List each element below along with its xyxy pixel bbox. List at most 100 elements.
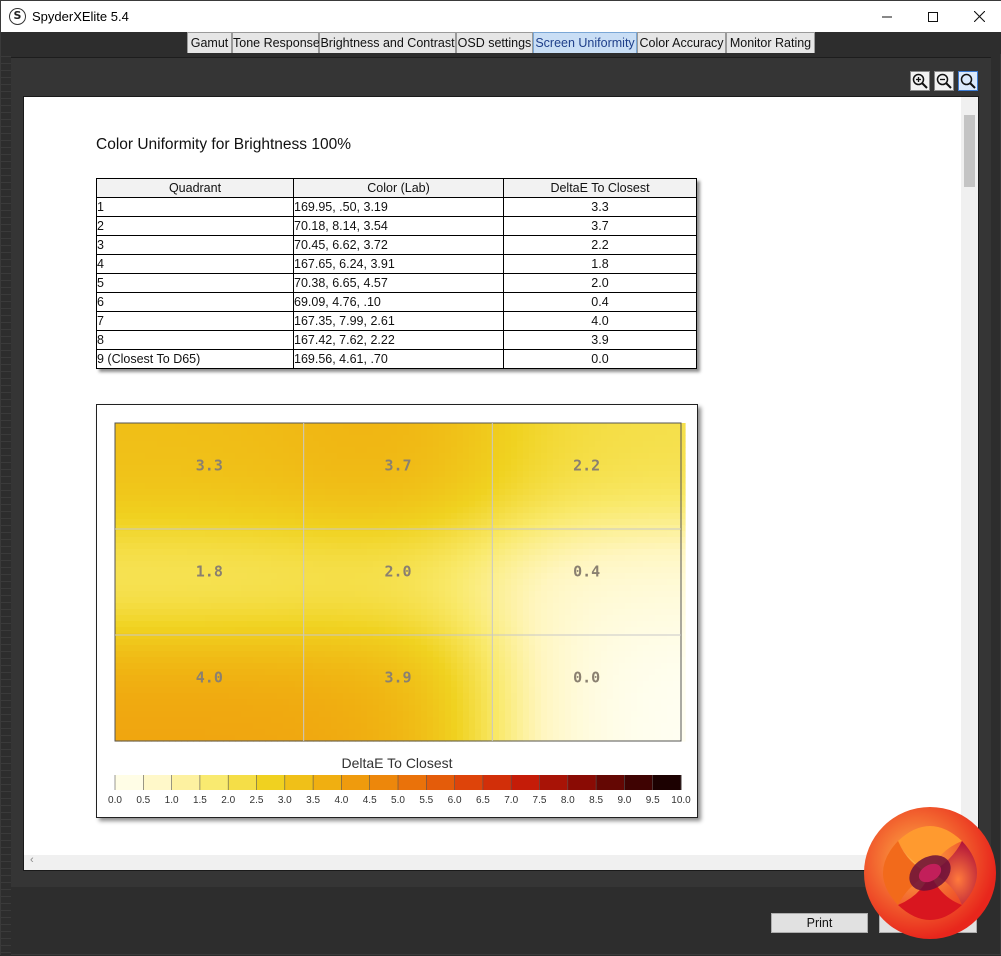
tab-tone-response[interactable]: Tone Response	[232, 32, 320, 53]
heatmap-sample	[121, 477, 128, 484]
heatmap-sample	[211, 627, 218, 634]
heatmap-sample	[319, 435, 326, 442]
heatmap-sample	[655, 519, 662, 526]
heatmap-sample	[619, 723, 626, 730]
heatmap-sample	[553, 447, 560, 454]
heatmap-sample	[649, 567, 656, 574]
heatmap-sample	[319, 729, 326, 736]
heatmap-sample	[421, 705, 428, 712]
heatmap-sample	[667, 519, 674, 526]
heatmap-sample	[679, 507, 686, 514]
heatmap-sample	[361, 555, 368, 562]
heatmap-sample	[493, 429, 500, 436]
heatmap-sample	[415, 477, 422, 484]
zoom-fit-button[interactable]	[958, 71, 978, 91]
heatmap-sample	[631, 723, 638, 730]
heatmap-sample	[553, 609, 560, 616]
heatmap-sample	[679, 705, 686, 712]
heatmap-sample	[181, 447, 188, 454]
heatmap-sample	[349, 663, 356, 670]
heatmap-sample	[559, 501, 566, 508]
heatmap-sample	[427, 687, 434, 694]
heatmap-sample	[361, 567, 368, 574]
heatmap-sample	[403, 639, 410, 646]
heatmap-sample	[547, 729, 554, 736]
heatmap-sample	[493, 669, 500, 676]
heatmap-sample	[445, 555, 452, 562]
maximize-button[interactable]	[910, 1, 956, 32]
heatmap-sample	[541, 687, 548, 694]
heatmap-sample	[325, 639, 332, 646]
heatmap-sample	[145, 675, 152, 682]
heatmap-sample	[325, 441, 332, 448]
heatmap-sample	[253, 711, 260, 718]
heatmap-sample	[181, 453, 188, 460]
heatmap-sample	[127, 651, 134, 658]
heatmap-sample	[151, 597, 158, 604]
heatmap-sample	[589, 711, 596, 718]
heatmap-sample	[493, 537, 500, 544]
heatmap-sample	[349, 555, 356, 562]
tab-screen-uniformity[interactable]: Screen Uniformity	[533, 32, 637, 53]
heatmap-sample	[127, 465, 134, 472]
heatmap-sample	[367, 435, 374, 442]
heatmap-sample	[517, 537, 524, 544]
heatmap-sample	[373, 477, 380, 484]
heatmap-sample	[265, 489, 272, 496]
heatmap-sample	[427, 717, 434, 724]
heatmap-sample	[403, 621, 410, 628]
tab-monitor-rating[interactable]: Monitor Rating	[726, 32, 815, 53]
heatmap-sample	[625, 573, 632, 580]
heatmap-sample	[445, 603, 452, 610]
heatmap-sample	[355, 681, 362, 688]
heatmap-sample	[265, 609, 272, 616]
heatmap-sample	[481, 429, 488, 436]
heatmap-sample	[127, 459, 134, 466]
heatmap-sample	[559, 633, 566, 640]
heatmap-sample	[457, 519, 464, 526]
heatmap-sample	[259, 489, 266, 496]
zoom-out-button[interactable]	[934, 71, 954, 91]
heatmap-sample	[349, 495, 356, 502]
heatmap-sample	[247, 489, 254, 496]
heatmap-sample	[673, 495, 680, 502]
tab-osd-settings[interactable]: OSD settings	[456, 32, 533, 53]
heatmap-sample	[565, 687, 572, 694]
tab-brightness-and-contrast[interactable]: Brightness and Contrast	[319, 32, 456, 53]
heatmap-sample	[385, 537, 392, 544]
heatmap-sample	[283, 441, 290, 448]
heatmap-sample	[619, 669, 626, 676]
heatmap-sample	[175, 519, 182, 526]
heatmap-sample	[331, 543, 338, 550]
heatmap-sample	[253, 513, 260, 520]
close-button[interactable]	[956, 1, 1001, 32]
heatmap-sample	[367, 633, 374, 640]
heatmap-sample	[499, 555, 506, 562]
heatmap-sample	[187, 615, 194, 622]
heatmap-sample	[433, 675, 440, 682]
heatmap-sample	[595, 549, 602, 556]
heatmap-sample	[169, 435, 176, 442]
heatmap-sample	[121, 609, 128, 616]
heatmap-sample	[355, 531, 362, 538]
heatmap-sample	[547, 657, 554, 664]
heatmap-sample	[427, 579, 434, 586]
heatmap-sample	[139, 591, 146, 598]
tab-color-accuracy[interactable]: Color Accuracy	[637, 32, 726, 53]
heatmap-sample	[271, 549, 278, 556]
heatmap-sample	[613, 693, 620, 700]
heatmap-sample	[451, 483, 458, 490]
heatmap-sample	[355, 621, 362, 628]
heatmap-sample	[493, 573, 500, 580]
heatmap-sample	[259, 537, 266, 544]
zoom-in-button[interactable]	[910, 71, 930, 91]
heatmap-sample	[127, 633, 134, 640]
heatmap-sample	[115, 513, 122, 520]
heatmap-sample	[619, 621, 626, 628]
heatmap-sample	[559, 663, 566, 670]
heatmap-sample	[463, 693, 470, 700]
minimize-button[interactable]	[864, 1, 910, 32]
heatmap-sample	[529, 525, 536, 532]
tab-gamut[interactable]: Gamut	[187, 32, 232, 53]
heatmap-sample	[301, 645, 308, 652]
